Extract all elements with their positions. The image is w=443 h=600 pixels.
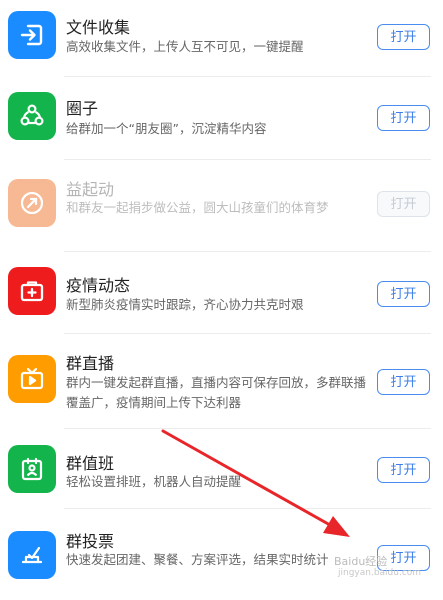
- item-title: 疫情动态: [66, 276, 131, 295]
- charity-run-icon: [8, 179, 56, 227]
- live-tv-icon: [8, 355, 56, 403]
- item-desc: 高效收集文件，上传人互不可见，一键提醒: [66, 39, 304, 54]
- item-desc: 快速发起团建、聚餐、方案评选，结果实时统计: [66, 552, 329, 567]
- list-item-file-collect[interactable]: 文件收集 高效收集文件，上传人互不可见，一键提醒 打开: [0, 0, 443, 77]
- item-title: 群直播: [66, 354, 115, 373]
- file-import-icon: [8, 11, 56, 59]
- list-item-charity-steps[interactable]: 益起动 和群友一起捐步做公益，圆大山孩童们的体育梦 打开: [0, 160, 443, 252]
- circle-nodes-icon: [8, 92, 56, 140]
- medical-kit-icon: [8, 267, 56, 315]
- watermark-url: jingyan.baidu.com: [338, 568, 422, 578]
- item-desc: 和群友一起捐步做公益，圆大山孩童们的体育梦: [66, 200, 329, 215]
- item-desc: 给群加一个“朋友圈”，沉淀精华内容: [66, 121, 267, 136]
- open-button[interactable]: 打开: [377, 24, 430, 50]
- open-button[interactable]: 打开: [377, 457, 430, 483]
- open-button[interactable]: 打开: [377, 105, 430, 131]
- item-desc: 新型肺炎疫情实时跟踪，齐心协力共克时艰: [66, 297, 304, 312]
- list-item-group-live[interactable]: 群直播 群内一键发起群直播，直播内容可保存回放，多群联播覆盖广，疫情期间上传下达…: [0, 334, 443, 429]
- vote-box-icon: [8, 531, 56, 579]
- list-item-circle[interactable]: 圈子 给群加一个“朋友圈”，沉淀精华内容 打开: [0, 77, 443, 160]
- open-button[interactable]: 打开: [377, 281, 430, 307]
- list-item-group-duty[interactable]: 群值班 轻松设置排班，机器人自动提醒 打开: [0, 429, 443, 509]
- open-button-disabled[interactable]: 打开: [377, 191, 430, 217]
- open-button[interactable]: 打开: [377, 369, 430, 395]
- item-title: 群值班: [66, 454, 115, 473]
- list-item-epidemic-news[interactable]: 疫情动态 新型肺炎疫情实时跟踪，齐心协力共克时艰 打开: [0, 252, 443, 334]
- item-desc: 轻松设置排班，机器人自动提醒: [66, 474, 242, 489]
- item-desc: 群内一键发起群直播，直播内容可保存回放，多群联播覆盖广，疫情期间上传下达利器: [66, 375, 367, 410]
- item-title: 文件收集: [66, 18, 131, 37]
- duty-calendar-icon: [8, 445, 56, 493]
- item-title: 益起动: [66, 180, 115, 199]
- item-title: 圈子: [66, 99, 99, 118]
- item-title: 群投票: [66, 532, 115, 551]
- watermark-text: Baidu经验: [334, 555, 388, 568]
